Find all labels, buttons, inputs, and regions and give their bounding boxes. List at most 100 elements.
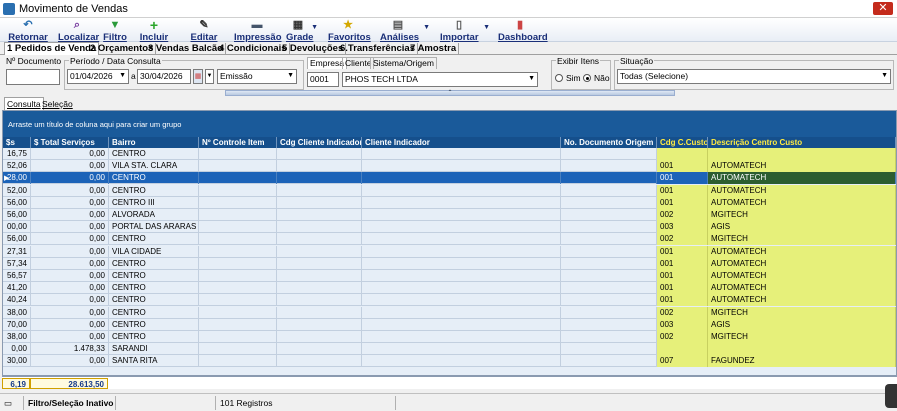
cell-bairro[interactable]: CENTRO [109, 282, 199, 295]
cell-bairro[interactable]: SANTA RITA [109, 355, 199, 368]
table-row[interactable]: 27,31 0,00 VILA CIDADE 001 AUTOMATECH [3, 245, 896, 258]
close-button[interactable]: ✕ [873, 2, 893, 15]
cell-descricao-centro-custo[interactable]: AGIS [708, 318, 896, 331]
cell-total-servicos[interactable]: 0,00 [31, 257, 109, 270]
cell-controle-item[interactable] [199, 343, 277, 356]
column-header-cliente-indicador[interactable]: Cliente Indicador [362, 137, 561, 148]
table-row[interactable]: 52,00 0,00 CENTRO 001 AUTOMATECH [3, 184, 896, 197]
cell-cdg-c-custo[interactable]: 001 [657, 184, 708, 197]
table-row[interactable]: 52,06 0,00 VILA STA. CLARA 001 AUTOMATECH [3, 160, 896, 173]
cell-total-servicos[interactable]: 0,00 [31, 306, 109, 319]
tab-transferencias[interactable]: 6.Transferências [338, 43, 418, 55]
column-header-bairro[interactable]: Bairro [109, 137, 199, 148]
calendar-icon[interactable]: ▦ [193, 69, 203, 84]
cell-descricao-centro-custo[interactable]: MGITECH [708, 209, 896, 221]
cell-documento-origem[interactable] [561, 160, 657, 173]
chevron-down-icon[interactable]: ▼ [205, 69, 214, 84]
cell-cdg-cliente-indicador[interactable] [277, 148, 362, 160]
cell-bairro[interactable]: PORTAL DAS ARARAS [109, 221, 199, 234]
cell-total-servicos[interactable]: 0,00 [31, 196, 109, 209]
cell-s[interactable]: 0,00 [3, 343, 31, 356]
cell-controle-item[interactable] [199, 331, 277, 343]
chevron-down-icon[interactable]: ▼ [287, 70, 294, 82]
cell-cdg-c-custo[interactable]: 002 [657, 209, 708, 221]
cell-documento-origem[interactable] [561, 209, 657, 221]
cell-s[interactable]: 30,00 [3, 355, 31, 368]
column-header-cdg-cliente-indicador[interactable]: Cdg Cliente Indicador [277, 137, 362, 148]
filtro-button[interactable]: ▼ Filtro [102, 18, 128, 44]
cell-cliente-indicador[interactable] [362, 270, 561, 282]
cell-total-servicos[interactable]: 0,00 [31, 355, 109, 368]
date-type-select[interactable]: Emissão ▼ [217, 69, 297, 84]
cell-cdg-cliente-indicador[interactable] [277, 221, 362, 234]
column-header-controle-item[interactable]: Nº Controle Item [199, 137, 277, 148]
cell-descricao-centro-custo[interactable]: AUTOMATECH [708, 294, 896, 307]
cell-descricao-centro-custo[interactable]: MGITECH [708, 306, 896, 319]
cell-total-servicos[interactable]: 0,00 [31, 148, 109, 160]
editar-button[interactable]: ✎ Editar [190, 18, 218, 44]
empresa-code-input[interactable]: 0001 [307, 72, 339, 87]
cell-controle-item[interactable] [199, 282, 277, 295]
chevron-down-icon[interactable]: ▼ [881, 70, 888, 82]
cell-cliente-indicador[interactable] [362, 184, 561, 197]
cell-descricao-centro-custo[interactable] [708, 148, 896, 160]
cell-descricao-centro-custo[interactable]: AGIS [708, 221, 896, 234]
cell-descricao-centro-custo[interactable]: AUTOMATECH [708, 282, 896, 295]
cell-documento-origem[interactable] [561, 184, 657, 197]
cell-total-servicos[interactable]: 0,00 [31, 282, 109, 295]
chevron-down-icon[interactable]: ▼ [483, 24, 490, 31]
cell-s[interactable]: 40,24 [3, 294, 31, 307]
cell-bairro[interactable]: CENTRO [109, 257, 199, 270]
chevron-down-icon[interactable]: ▼ [528, 73, 535, 85]
cell-cliente-indicador[interactable] [362, 355, 561, 368]
importar-button[interactable]: ▯ Importar ▼ [440, 18, 490, 44]
cell-controle-item[interactable] [199, 318, 277, 331]
cell-total-servicos[interactable]: 0,00 [31, 209, 109, 221]
cell-cliente-indicador[interactable] [362, 172, 561, 185]
cell-descricao-centro-custo[interactable]: MGITECH [708, 331, 896, 343]
date-from-input[interactable]: 01/04/2026 ▼ [67, 69, 129, 84]
cell-bairro[interactable]: CENTRO [109, 294, 199, 307]
cell-descricao-centro-custo[interactable]: AUTOMATECH [708, 160, 896, 173]
cell-s[interactable]: 52,00 [3, 184, 31, 197]
tab-sistema-origem[interactable]: Sistema/Origem [370, 57, 437, 69]
cell-s[interactable]: 56,57 [3, 270, 31, 282]
cell-cdg-c-custo[interactable]: 003 [657, 221, 708, 234]
side-handle[interactable] [885, 384, 897, 408]
table-row[interactable]: 57,34 0,00 CENTRO 001 AUTOMATECH [3, 257, 896, 270]
cell-documento-origem[interactable] [561, 148, 657, 160]
cell-descricao-centro-custo[interactable] [708, 343, 896, 356]
cell-total-servicos[interactable]: 0,00 [31, 233, 109, 246]
table-row[interactable]: 00,00 0,00 PORTAL DAS ARARAS 003 AGIS [3, 221, 896, 234]
cell-s[interactable]: 27,31 [3, 245, 31, 258]
cell-cliente-indicador[interactable] [362, 331, 561, 343]
chevron-down-icon[interactable]: ▼ [423, 24, 430, 31]
cell-cliente-indicador[interactable] [362, 257, 561, 270]
cell-documento-origem[interactable] [561, 343, 657, 356]
cell-cdg-cliente-indicador[interactable] [277, 257, 362, 270]
cell-cdg-cliente-indicador[interactable] [277, 355, 362, 368]
table-row[interactable]: 38,00 0,00 CENTRO 002 MGITECH [3, 306, 896, 319]
cell-bairro[interactable]: CENTRO III [109, 196, 199, 209]
cell-cdg-cliente-indicador[interactable] [277, 245, 362, 258]
cell-cdg-c-custo[interactable]: 001 [657, 294, 708, 307]
cell-cdg-cliente-indicador[interactable] [277, 331, 362, 343]
cell-cdg-cliente-indicador[interactable] [277, 233, 362, 246]
cell-controle-item[interactable] [199, 172, 277, 185]
chevron-down-icon[interactable]: ▼ [119, 70, 126, 82]
incluir-button[interactable]: + Incluir [138, 18, 170, 43]
tab-consulta[interactable]: Consulta [4, 97, 44, 110]
table-row[interactable]: 40,24 0,00 CENTRO 001 AUTOMATECH [3, 294, 896, 307]
cell-total-servicos[interactable]: 0,00 [31, 331, 109, 343]
cell-bairro[interactable]: VILA CIDADE [109, 245, 199, 258]
cell-cdg-c-custo[interactable]: 001 [657, 245, 708, 258]
tab-amostra[interactable]: 7 Amostra [408, 43, 460, 55]
cell-bairro[interactable]: CENTRO [109, 148, 199, 160]
cell-s[interactable]: 56,00 [3, 196, 31, 209]
cell-controle-item[interactable] [199, 270, 277, 282]
cell-descricao-centro-custo[interactable]: AUTOMATECH [708, 172, 896, 185]
column-header-total-servicos[interactable]: $ Total Serviços [31, 137, 109, 148]
cell-cliente-indicador[interactable] [362, 196, 561, 209]
cell-total-servicos[interactable]: 0,00 [31, 318, 109, 331]
localizar-button[interactable]: ⌕ Localizar [58, 18, 99, 44]
